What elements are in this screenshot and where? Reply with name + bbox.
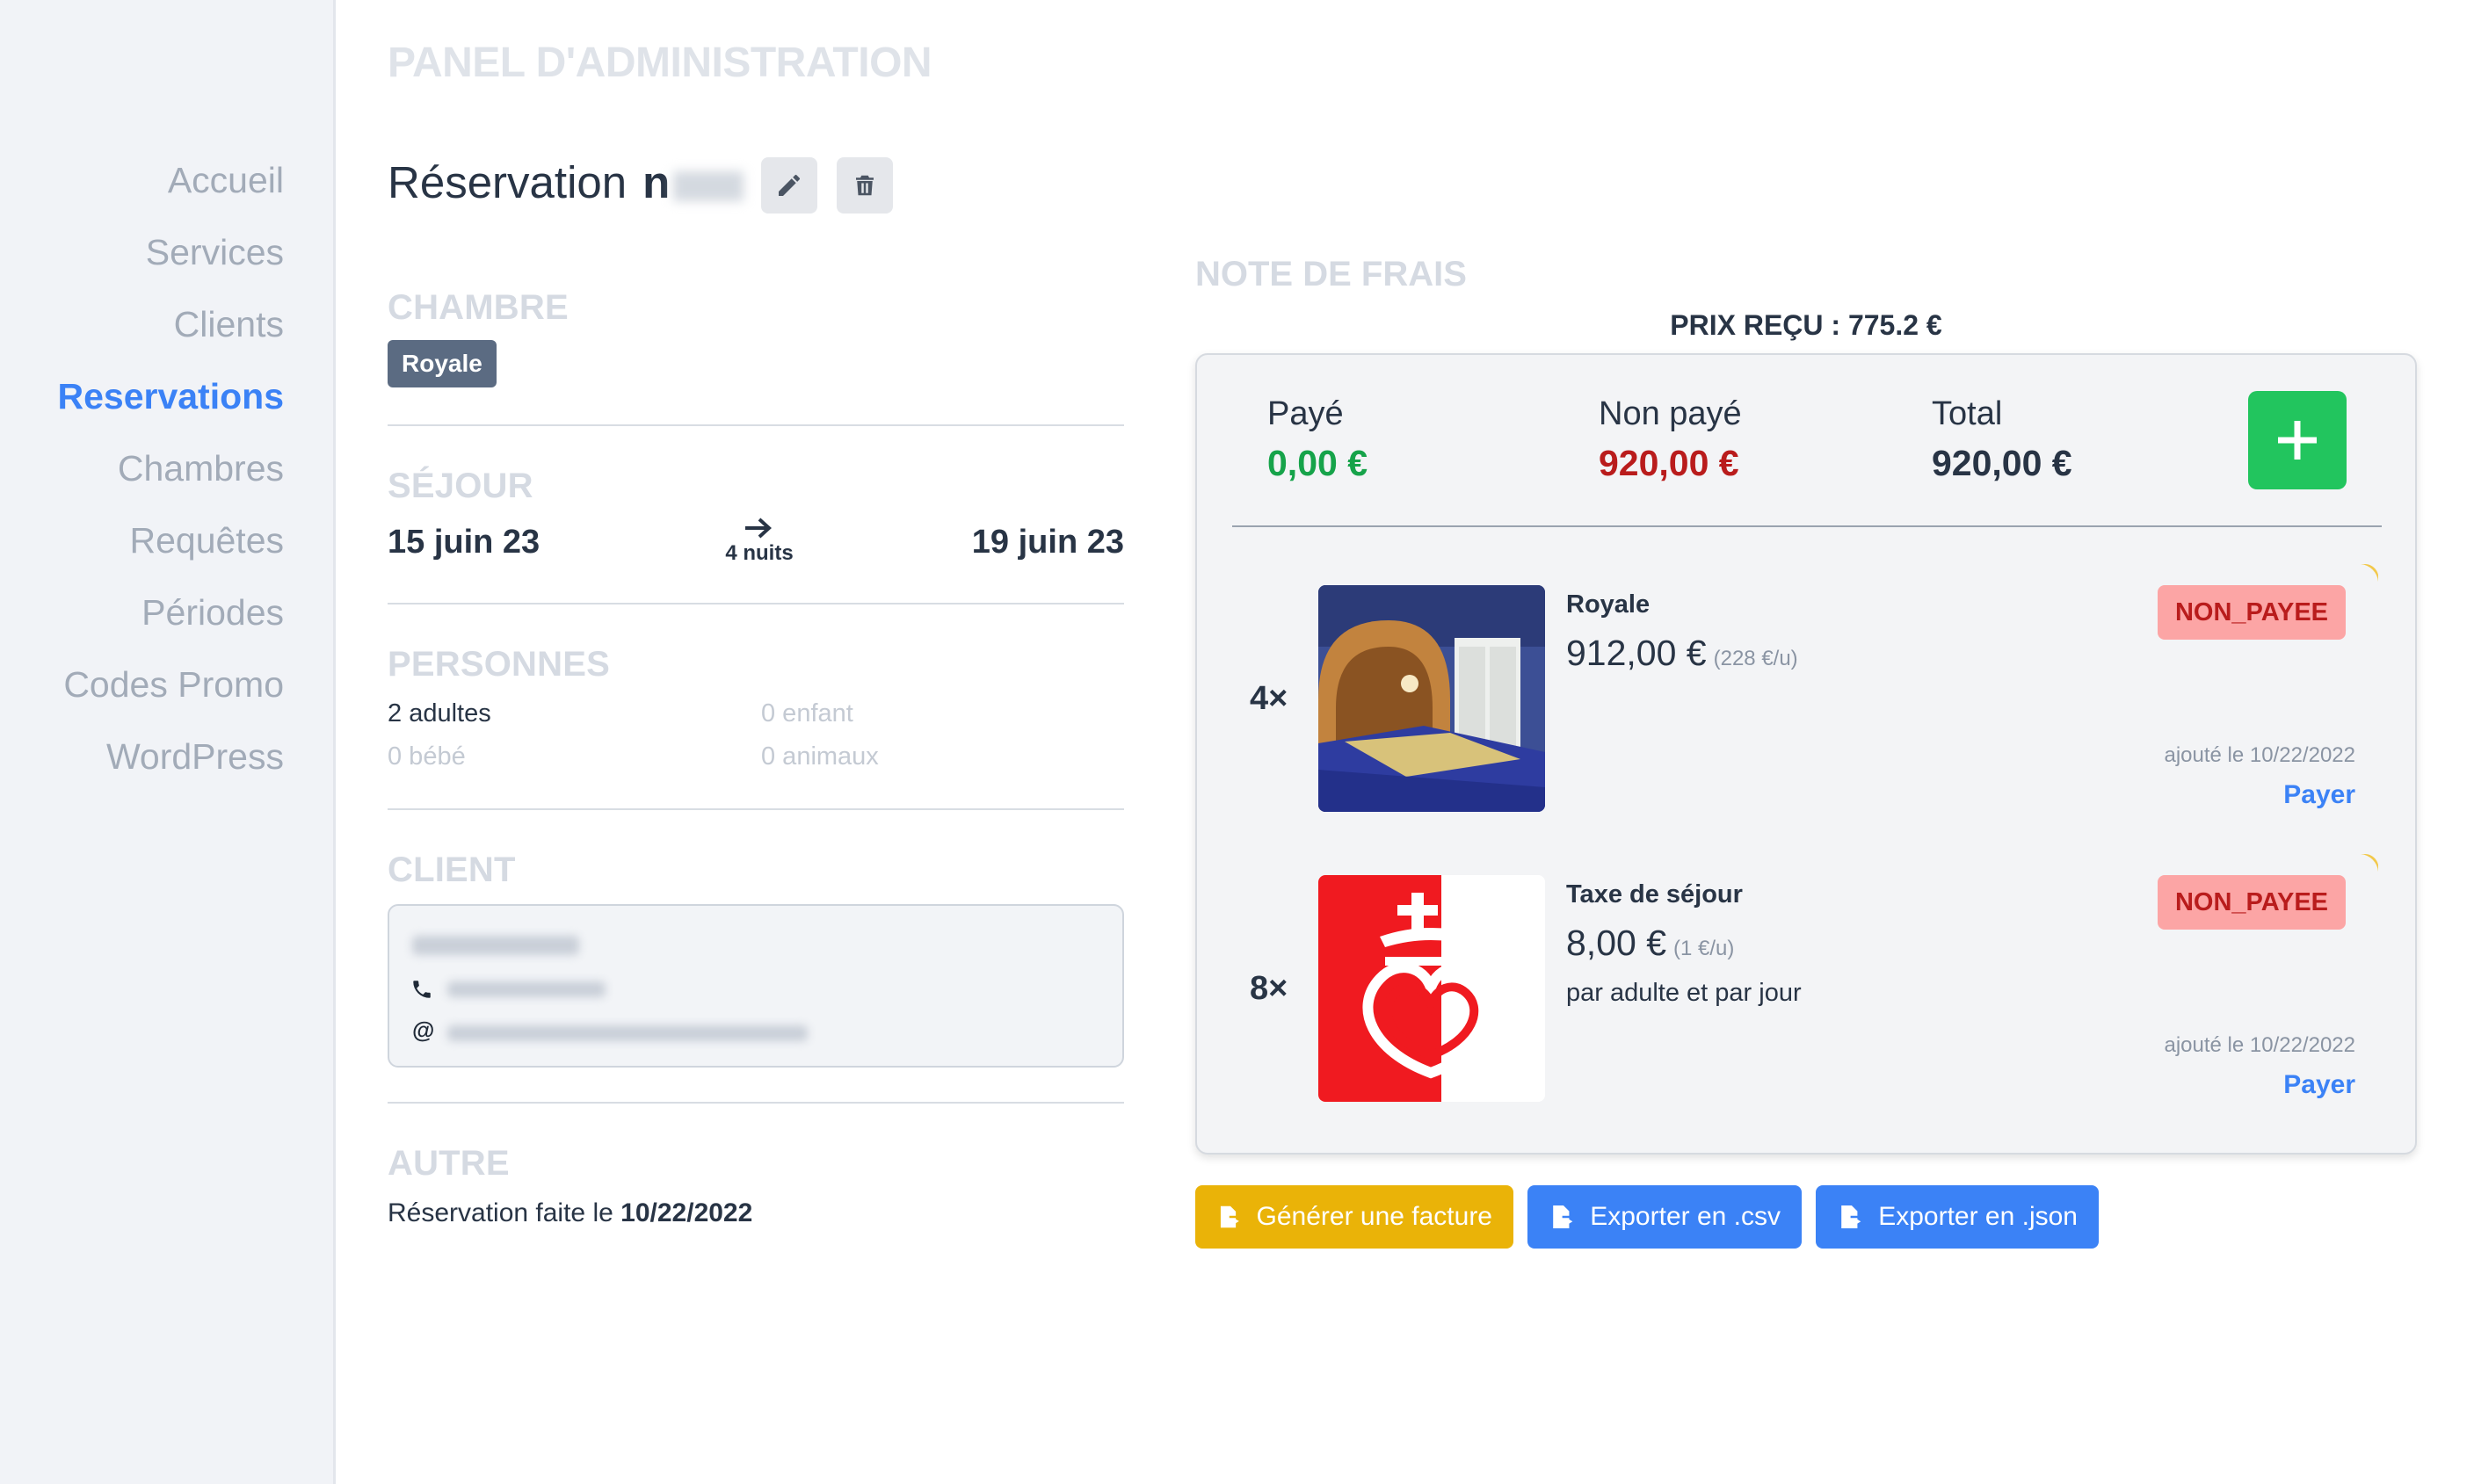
- reservation-label: Réservation: [388, 157, 628, 207]
- sidebar: Accueil Services Clients Reservations Ch…: [0, 0, 336, 1484]
- item-added-date: ajouté le 10/22/2022: [2164, 743, 2355, 767]
- item-description: par adulte et par jour: [1566, 979, 1802, 1007]
- divider: [388, 1102, 1124, 1104]
- total-value: 920,00 €: [1932, 443, 2072, 483]
- expense-panel: Payé 0,00 € Non payé 920,00 € Total 920,…: [1195, 353, 2417, 1155]
- pay-link[interactable]: Payer: [2180, 1070, 2355, 1100]
- item-quantity: 4×: [1250, 680, 1288, 717]
- generate-invoice-label: Générer une facture: [1256, 1202, 1493, 1231]
- divider: [388, 808, 1124, 810]
- booking-date-text: Réservation faite le 10/22/2022: [388, 1198, 752, 1228]
- item-price: 912,00 € (228 €/u): [1566, 633, 1798, 674]
- client-heading: CLIENT: [388, 851, 516, 889]
- sidebar-item-codes-promo[interactable]: Codes Promo: [63, 664, 284, 706]
- edit-button[interactable]: [761, 157, 817, 214]
- adults-count: 2 adultes: [388, 699, 491, 728]
- item-unit-price: (1 €/u): [1673, 937, 1735, 960]
- export-json-button[interactable]: Exporter en .json: [1816, 1185, 2099, 1249]
- sidebar-item-chambres[interactable]: Chambres: [118, 448, 284, 489]
- item-total-price: 8,00 €: [1566, 923, 1666, 963]
- generate-invoice-button[interactable]: Générer une facture: [1195, 1185, 1513, 1249]
- status-badge: NON_PAYEE: [2158, 585, 2346, 640]
- adults-number: 2: [388, 699, 403, 728]
- sidebar-item-wordpress[interactable]: WordPress: [106, 736, 284, 778]
- item-unit-price: (228 €/u): [1713, 647, 1798, 670]
- stay-end-date: 19 juin 23: [971, 524, 1124, 561]
- plus-icon: [2278, 421, 2317, 460]
- trash-icon: [856, 175, 874, 196]
- item-quantity: 8×: [1250, 970, 1288, 1007]
- room-photo: [1318, 585, 1545, 812]
- file-export-icon: [1220, 1205, 1239, 1228]
- paid-value: 0,00 €: [1267, 443, 1368, 483]
- client-email-redacted: [447, 1025, 808, 1041]
- arrow-right-icon: [745, 518, 772, 539]
- export-csv-button[interactable]: Exporter en .csv: [1527, 1185, 1802, 1249]
- item-added-date: ajouté le 10/22/2022: [2164, 1033, 2355, 1057]
- received-price: PRIX REÇU : 775.2 €: [1670, 309, 1942, 341]
- divider: [388, 603, 1124, 604]
- animals-count: 0 animaux: [761, 742, 879, 771]
- children-count: 0 enfant: [761, 699, 853, 728]
- booking-date-value: 10/22/2022: [620, 1198, 753, 1227]
- client-phone-redacted: [447, 981, 606, 997]
- tax-logo: [1318, 875, 1545, 1102]
- note-heading: NOTE DE FRAIS: [1195, 255, 1467, 293]
- sidebar-item-services[interactable]: Services: [146, 232, 284, 273]
- divider: [388, 424, 1124, 426]
- phone-icon: [413, 981, 431, 998]
- sidebar-item-reservations[interactable]: Reservations: [57, 376, 284, 417]
- reservation-number-redacted: [673, 170, 744, 201]
- export-json-label: Exporter en .json: [1878, 1202, 2078, 1231]
- sidebar-item-accueil[interactable]: Accueil: [168, 160, 284, 201]
- item-name: Taxe de séjour: [1566, 880, 1743, 908]
- chambre-heading: CHAMBRE: [388, 288, 569, 327]
- corner-indicator-icon: [2361, 854, 2378, 872]
- personnes-heading: PERSONNES: [388, 645, 610, 684]
- adults-label: adultes: [409, 699, 491, 728]
- page-title: PANEL D'ADMINISTRATION: [388, 40, 932, 86]
- delete-button[interactable]: [837, 157, 893, 214]
- autre-heading: AUTRE: [388, 1144, 510, 1183]
- corner-indicator-icon: [2361, 564, 2378, 582]
- booking-date-label: Réservation faite le: [388, 1198, 613, 1227]
- total-label: Total: [1932, 395, 2003, 432]
- sejour-heading: SÉJOUR: [388, 467, 533, 505]
- babies-count: 0 bébé: [388, 742, 466, 771]
- pencil-icon: [779, 174, 800, 196]
- unpaid-label: Non payé: [1599, 395, 1742, 432]
- nights-count: 4 nuits: [725, 541, 794, 565]
- sidebar-item-periodes[interactable]: Périodes: [141, 592, 284, 633]
- unpaid-value: 920,00 €: [1599, 443, 1739, 483]
- item-total-price: 912,00 €: [1566, 633, 1707, 673]
- add-expense-button[interactable]: [2248, 391, 2347, 489]
- reservation-title: Réservation n: [388, 156, 744, 208]
- divider: [1232, 525, 2382, 527]
- paid-label: Payé: [1267, 395, 1344, 432]
- sidebar-item-requetes[interactable]: Requêtes: [129, 520, 284, 561]
- file-export-icon: [1553, 1205, 1573, 1229]
- file-export-icon: [1841, 1205, 1861, 1229]
- sidebar-item-clients[interactable]: Clients: [174, 304, 284, 345]
- client-card[interactable]: @: [388, 904, 1124, 1068]
- room-badge: Royale: [388, 340, 497, 387]
- reservation-number: n: [642, 157, 671, 207]
- pay-link[interactable]: Payer: [2180, 780, 2355, 810]
- at-icon: @: [412, 1017, 435, 1043]
- item-price: 8,00 € (1 €/u): [1566, 923, 1734, 964]
- status-badge: NON_PAYEE: [2158, 875, 2346, 930]
- export-csv-label: Exporter en .csv: [1590, 1202, 1781, 1231]
- client-name-redacted: [412, 936, 579, 955]
- item-name: Royale: [1566, 590, 1651, 619]
- stay-start-date: 15 juin 23: [388, 524, 541, 561]
